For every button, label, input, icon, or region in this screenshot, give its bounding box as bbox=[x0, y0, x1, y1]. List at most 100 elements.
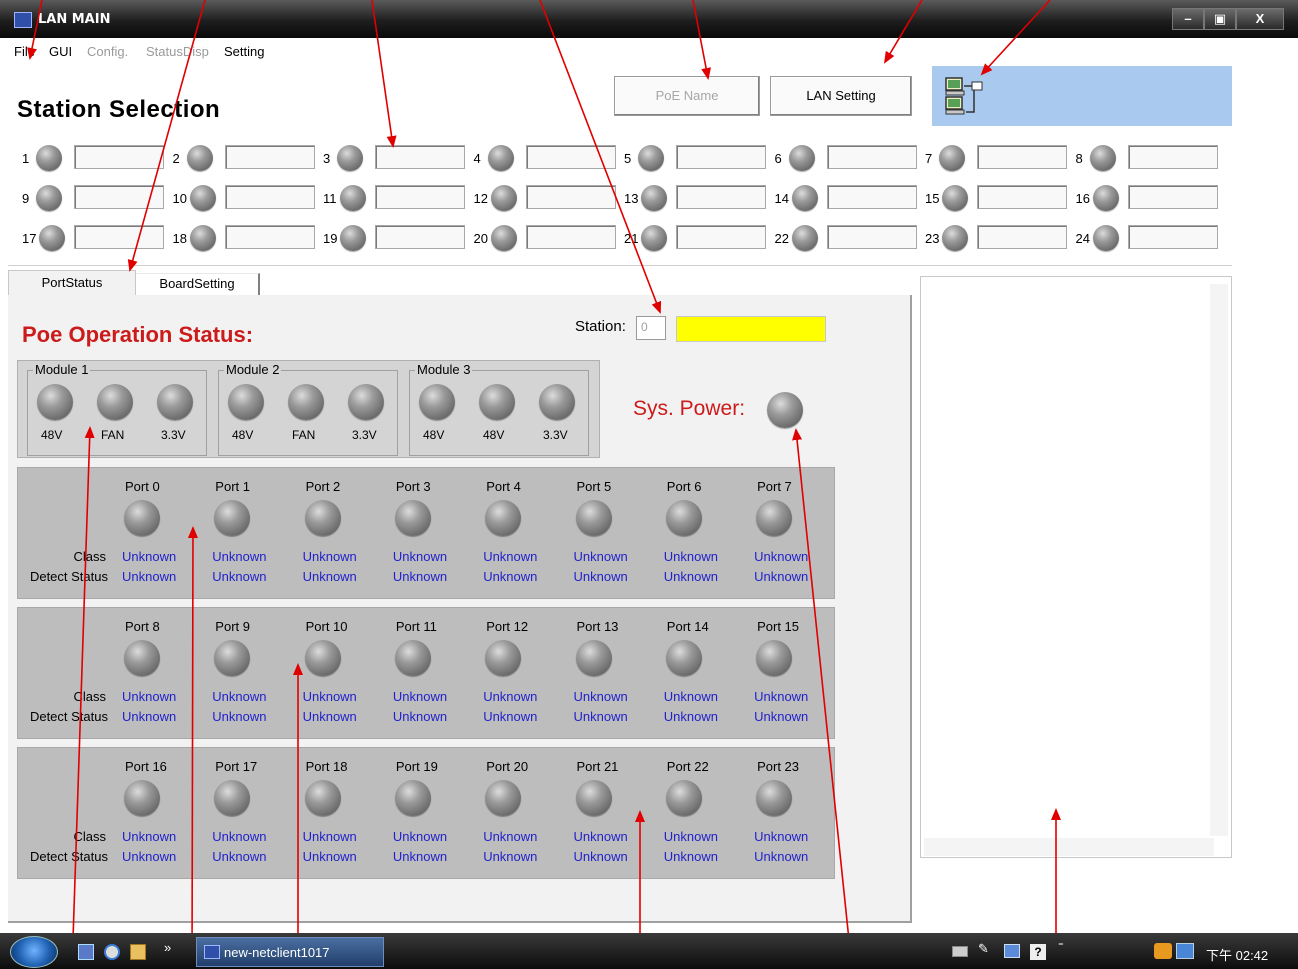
station-led[interactable] bbox=[36, 145, 62, 171]
tab-portstatus[interactable]: PortStatus bbox=[8, 270, 136, 296]
station-name-box[interactable] bbox=[375, 185, 465, 209]
port-name: Port 7 bbox=[757, 479, 792, 494]
port-detect-status-value: Unknown bbox=[212, 569, 267, 584]
station-led[interactable] bbox=[641, 185, 667, 211]
help-icon[interactable]: ? bbox=[1030, 944, 1046, 960]
port-name: Port 8 bbox=[125, 619, 160, 634]
station-name-box[interactable] bbox=[525, 185, 616, 209]
station-led[interactable] bbox=[942, 225, 968, 251]
station-led[interactable] bbox=[1092, 185, 1119, 211]
station-name-box[interactable] bbox=[74, 225, 164, 249]
station-name-box[interactable] bbox=[224, 185, 315, 209]
quicklaunch-overflow[interactable]: » bbox=[164, 940, 171, 955]
station-name-box[interactable] bbox=[224, 225, 315, 249]
port-name: Port 20 bbox=[486, 759, 529, 774]
station-number-field[interactable]: 0 bbox=[636, 316, 666, 340]
station-name-box[interactable] bbox=[826, 225, 917, 249]
desktop-icon[interactable] bbox=[78, 944, 94, 960]
station-name-box[interactable] bbox=[826, 145, 917, 169]
station-led[interactable] bbox=[487, 145, 514, 171]
station-name-box[interactable] bbox=[1127, 185, 1218, 209]
station-name-box[interactable] bbox=[977, 185, 1067, 209]
module-led bbox=[288, 384, 324, 420]
station-led[interactable] bbox=[788, 145, 815, 171]
log-horizontal-scrollbar[interactable] bbox=[924, 838, 1214, 856]
station-led[interactable] bbox=[791, 185, 818, 211]
menu-statusdisp[interactable]: StatusDisp bbox=[146, 44, 209, 59]
port-class-value: Unknown bbox=[483, 549, 538, 564]
language-bar-icon[interactable] bbox=[1004, 944, 1020, 958]
menu-file[interactable]: File bbox=[14, 44, 35, 59]
minimize-button[interactable]: – bbox=[1172, 8, 1204, 30]
folder-icon[interactable] bbox=[130, 944, 146, 960]
station-name-box[interactable] bbox=[224, 145, 315, 169]
port-led bbox=[575, 640, 612, 676]
station-led[interactable] bbox=[939, 145, 965, 171]
lan-setting-button[interactable]: LAN Setting bbox=[770, 76, 912, 116]
log-vertical-scrollbar[interactable] bbox=[1210, 284, 1228, 836]
log-panel[interactable] bbox=[920, 276, 1232, 858]
pen-icon[interactable]: ✎ bbox=[978, 941, 989, 957]
port-class-value: Unknown bbox=[392, 829, 448, 844]
station-name-box[interactable] bbox=[74, 145, 164, 169]
station-number: 4 bbox=[473, 151, 481, 166]
station-name-box[interactable] bbox=[375, 225, 465, 249]
station-number: 6 bbox=[774, 151, 782, 166]
station-name-box[interactable] bbox=[525, 145, 616, 169]
station-name-box[interactable] bbox=[977, 225, 1067, 249]
port-detect-status-value: Unknown bbox=[573, 569, 628, 584]
port-class-value: Unknown bbox=[483, 689, 538, 704]
start-button[interactable] bbox=[10, 936, 58, 968]
port-name: Port 13 bbox=[576, 619, 619, 634]
menu-gui[interactable]: GUI bbox=[49, 44, 72, 59]
station-led[interactable] bbox=[490, 225, 517, 251]
station-led[interactable] bbox=[189, 225, 216, 251]
station-led[interactable] bbox=[1092, 225, 1119, 251]
station-name-box[interactable] bbox=[1127, 225, 1218, 249]
station-led[interactable] bbox=[791, 225, 818, 251]
maximize-button[interactable]: ▣ bbox=[1204, 8, 1236, 30]
station-number: 15 bbox=[925, 191, 940, 206]
module-title: Module 1 bbox=[33, 362, 91, 377]
station-number: 10 bbox=[172, 191, 187, 206]
poe-name-button[interactable]: PoE Name bbox=[614, 76, 760, 116]
station-led[interactable] bbox=[641, 225, 667, 251]
station-led[interactable] bbox=[638, 145, 664, 171]
security-shield-icon[interactable] bbox=[1154, 943, 1172, 959]
station-name-box[interactable] bbox=[525, 225, 616, 249]
station-led[interactable] bbox=[337, 145, 363, 171]
network-computers-icon[interactable] bbox=[944, 76, 986, 116]
port-detect-status-value: Unknown bbox=[392, 569, 448, 584]
station-led[interactable] bbox=[1089, 145, 1116, 171]
station-led[interactable] bbox=[36, 185, 62, 211]
station-name-box[interactable] bbox=[676, 225, 766, 249]
close-button[interactable]: X bbox=[1236, 8, 1284, 30]
station-name-box[interactable] bbox=[375, 145, 465, 169]
network-tray-icon[interactable] bbox=[1176, 943, 1194, 959]
media-player-icon[interactable] bbox=[104, 944, 120, 960]
station-led[interactable] bbox=[490, 185, 517, 211]
station-name-box[interactable] bbox=[1127, 145, 1218, 169]
menu-config[interactable]: Config. bbox=[87, 44, 128, 59]
keyboard-icon[interactable] bbox=[952, 946, 968, 957]
station-name-box[interactable] bbox=[74, 185, 164, 209]
poe-operation-status-title: Poe Operation Status: bbox=[22, 322, 254, 347]
station-name-box[interactable] bbox=[676, 145, 766, 169]
class-row-label: Class bbox=[73, 829, 106, 844]
station-status-indicator bbox=[676, 316, 826, 342]
station-name-box[interactable] bbox=[977, 145, 1067, 169]
options-icon[interactable]: ⁼ bbox=[1058, 939, 1064, 952]
port-class-value: Unknown bbox=[302, 829, 357, 844]
station-led[interactable] bbox=[340, 225, 366, 251]
menu-setting[interactable]: Setting bbox=[224, 44, 264, 59]
station-led[interactable] bbox=[189, 185, 216, 211]
clock[interactable]: 下午 02:42 bbox=[1206, 945, 1268, 964]
tab-boardsetting[interactable]: BoardSetting bbox=[136, 273, 260, 295]
station-name-box[interactable] bbox=[676, 185, 766, 209]
station-name-box[interactable] bbox=[826, 185, 917, 209]
station-led[interactable] bbox=[340, 185, 366, 211]
port-class-value: Unknown bbox=[754, 829, 809, 844]
station-led[interactable] bbox=[942, 185, 968, 211]
station-led[interactable] bbox=[186, 145, 213, 171]
station-led[interactable] bbox=[39, 225, 65, 251]
